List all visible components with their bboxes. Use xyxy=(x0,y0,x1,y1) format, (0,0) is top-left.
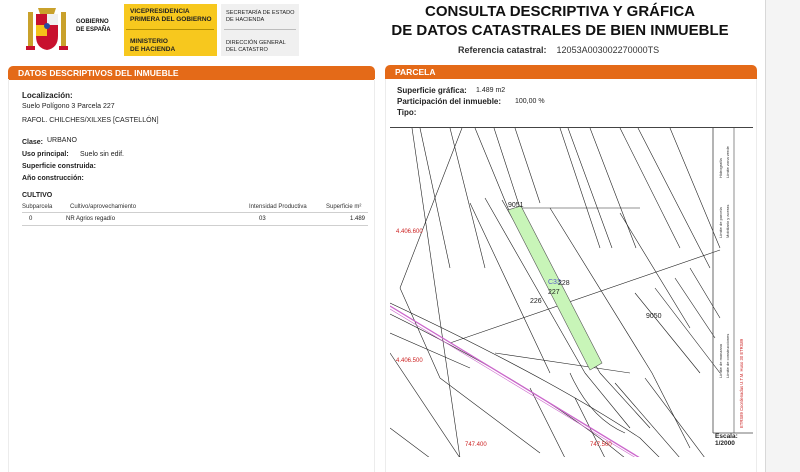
th-superficie: Superficie m² xyxy=(326,204,362,210)
clase-value: URBANO xyxy=(47,137,77,144)
referencia-catastral: Referencia catastral: 12053A003002270000T… xyxy=(458,45,659,55)
td-subparcela: 0 xyxy=(29,216,33,222)
td-superficie: 1.489 xyxy=(350,216,366,222)
coord-4406500: 4.406.500 xyxy=(396,358,423,364)
clase-label: Clase: xyxy=(22,139,44,146)
th-intensidad: Intensidad Productiva xyxy=(249,204,307,210)
th-cultivo: Cultivo/aprovechamiento xyxy=(70,204,137,210)
coord-747400: 747.400 xyxy=(465,442,487,448)
coord-747500: 747.500 xyxy=(590,442,612,448)
uso-label: Uso principal: xyxy=(22,151,69,158)
legend-limite-construcciones: Límite de construcciones xyxy=(725,334,730,378)
localizacion-label: Localización: xyxy=(22,91,73,100)
label-227: 227 xyxy=(548,289,560,296)
escala-value: 1/2000 xyxy=(715,440,735,447)
table-header-rule xyxy=(22,212,368,213)
uso-value: Suelo sin edif. xyxy=(80,151,124,158)
escala-label: Escala: xyxy=(715,433,738,440)
page-edge xyxy=(765,0,766,472)
direccion-general-text: DIRECCIÓN GENERAL DEL CATASTRO xyxy=(226,40,286,53)
divider xyxy=(126,29,214,30)
page-title-line1: CONSULTA DESCRIPTIVA Y GRÁFICA xyxy=(424,3,695,20)
legend-zona-verde: Límite zona verde xyxy=(725,145,730,178)
escala: Escala: 1/2000 xyxy=(715,433,738,447)
parcel-227[interactable] xyxy=(507,205,603,371)
divider xyxy=(224,29,296,30)
datos-descriptivos-header: DATOS DESCRIPTIVOS DEL INMUEBLE xyxy=(8,66,375,80)
secretaria-text: SECRETARÍA DE ESTADO DE HACIENDA xyxy=(226,10,295,23)
parcela-header: PARCELA xyxy=(385,65,757,79)
td-intensidad: 03 xyxy=(259,216,266,222)
superficie-grafica-value: 1.489 m2 xyxy=(476,87,506,94)
localizacion-line1: Suelo Polígono 3 Parcela 227 xyxy=(22,103,115,110)
coat-of-arms-logo xyxy=(26,8,68,50)
legend-hidrografia: Hidrografía xyxy=(718,157,723,178)
th-subparcela: Subparcela xyxy=(22,204,53,210)
superficie-construida-label: Superficie construida: xyxy=(22,163,96,170)
cultivo-title: CULTIVO xyxy=(22,192,53,199)
legend-mobiliario: Mobiliario y aceras xyxy=(725,205,730,238)
referencia-label: Referencia catastral: xyxy=(458,45,547,55)
anio-construccion-label: Año construcción: xyxy=(22,175,84,182)
label-9050: 9050 xyxy=(646,313,662,320)
td-cultivo: NR Agrios regadío xyxy=(66,216,116,222)
gobierno-text: GOBIERNO DE ESPAÑA xyxy=(76,19,111,33)
participacion-label: Participación del inmueble: xyxy=(397,97,502,106)
superficie-grafica-label: Superficie gráfica: xyxy=(397,86,467,95)
legend-limite-parcela: Límite de parcela xyxy=(718,207,723,238)
ministerio-text: MINISTERIO DE HACIENDA xyxy=(130,38,176,53)
referencia-value: 12053A003002270000TS xyxy=(556,45,660,55)
page-title-line2: DE DATOS CATASTRALES DE BIEN INMUEBLE xyxy=(391,22,729,39)
coordinates-note: ETRS89 Coordenadas U.T.M. Huso 30 ETRS89 xyxy=(739,338,744,428)
label-226: 226 xyxy=(530,298,542,305)
label-228: 228 xyxy=(558,280,570,287)
right-margin xyxy=(766,0,800,472)
legend-limite-manzana: Límite de manzana xyxy=(718,343,723,378)
localizacion-line2: RAFOL. CHILCHES/XILXES [CASTELLÓN] xyxy=(22,117,159,124)
participacion-value: 100,00 % xyxy=(515,98,545,105)
coord-4406600: 4.406.600 xyxy=(396,229,423,235)
cadastral-map[interactable]: Límite de parcela Límite de manzana Lími… xyxy=(390,127,753,457)
vicepresidencia-text: VICEPRESIDENCIA PRIMERA DEL GOBIERNO xyxy=(130,8,212,23)
tipo-label: Tipo: xyxy=(397,108,417,117)
table-row-rule xyxy=(22,225,368,226)
cadastral-map-svg: Límite de parcela Límite de manzana Lími… xyxy=(390,128,753,457)
label-9051: 9051 xyxy=(508,202,524,209)
